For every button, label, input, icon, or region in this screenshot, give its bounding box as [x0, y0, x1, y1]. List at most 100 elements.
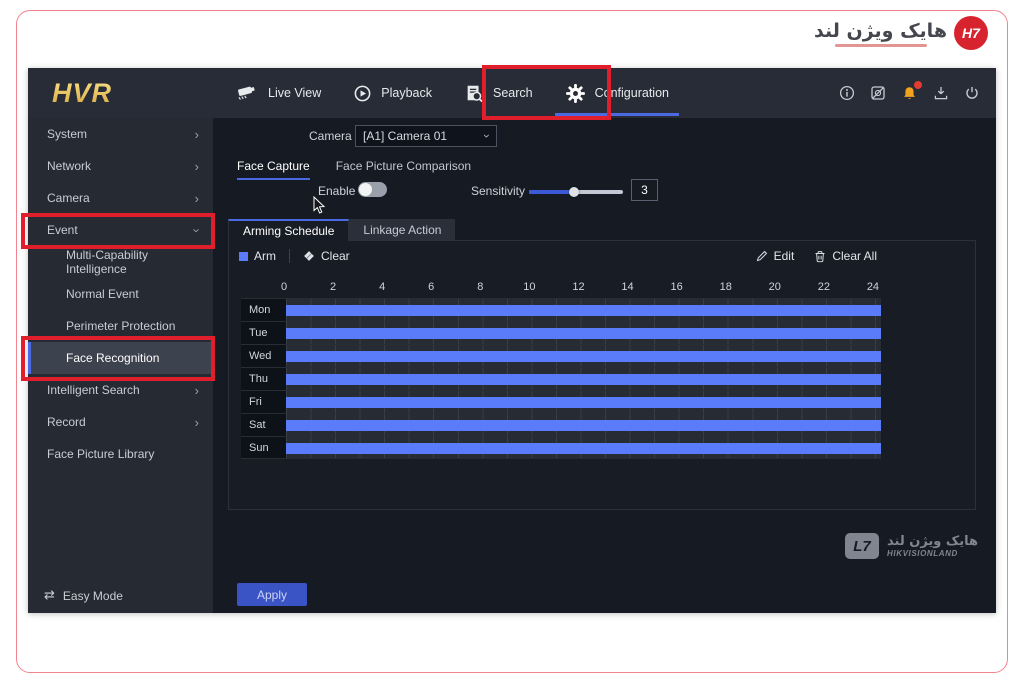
easy-mode-label: Easy Mode	[63, 589, 123, 603]
day-label: Fri	[241, 391, 286, 413]
sidebar-item-multi-capability-intelligence[interactable]: Multi-Capability Intelligence	[28, 246, 213, 278]
clear-all-button[interactable]: Clear All	[814, 249, 877, 263]
day-label: Thu	[241, 368, 286, 390]
sidebar-item-normal-event[interactable]: Normal Event	[28, 278, 213, 310]
tab-face-picture-comparison[interactable]: Face Picture Comparison	[336, 159, 471, 180]
schedule-track[interactable]	[286, 391, 881, 413]
sidebar-item-system[interactable]: System ›	[28, 118, 213, 150]
gear-icon	[565, 83, 586, 104]
nav-search[interactable]: Search	[448, 68, 549, 118]
sidebar-item-label: Face Picture Library	[47, 447, 154, 461]
nav-live-view[interactable]: Live View	[220, 68, 337, 118]
schedule-track[interactable]	[286, 299, 881, 321]
armed-bar[interactable]	[286, 374, 881, 385]
power-icon[interactable]	[964, 85, 980, 101]
schedule-row-sun: Sun	[241, 436, 881, 459]
brand-wordmark: هایک ویژن لند	[814, 20, 947, 42]
sidebar-item-camera[interactable]: Camera ›	[28, 182, 213, 214]
chevron-down-icon: ›	[190, 228, 203, 232]
hour-tick: 6	[423, 281, 439, 293]
nav-playback[interactable]: Playback	[337, 68, 448, 118]
chevron-down-icon: ›	[480, 134, 494, 138]
hour-tick: 16	[669, 281, 685, 293]
alarm-bell-icon[interactable]	[901, 85, 918, 102]
sidebar-item-network[interactable]: Network ›	[28, 150, 213, 182]
sidebar-item-event[interactable]: Event ›	[28, 214, 213, 246]
day-label: Sat	[241, 414, 286, 436]
camera-select[interactable]: [A1] Camera 01 ›	[355, 125, 497, 147]
nav-utility-icons	[839, 85, 980, 102]
schedule-track[interactable]	[286, 437, 881, 458]
sidebar-item-label: Network	[47, 159, 91, 173]
playback-icon	[353, 84, 372, 103]
chevron-right-icon: ›	[195, 384, 199, 397]
armed-bar[interactable]	[286, 351, 881, 362]
main-content: Camera [A1] Camera 01 › Face Capture Fac…	[213, 118, 996, 613]
sidebar-item-label: Camera	[47, 191, 90, 205]
sensitivity-value-box[interactable]: 3	[631, 179, 658, 201]
schedule-track[interactable]	[286, 345, 881, 367]
hour-tick: 22	[816, 281, 832, 293]
nav-label: Configuration	[595, 86, 669, 100]
nav-configuration[interactable]: Configuration	[549, 68, 685, 118]
easy-mode-toggle[interactable]: ⇄ Easy Mode	[44, 588, 123, 603]
hour-tick: 4	[374, 281, 390, 293]
schedule-actions: Edit	[756, 249, 877, 263]
sidebar-item-face-recognition[interactable]: Face Recognition	[28, 342, 213, 374]
hour-tick: 0	[276, 281, 292, 293]
enable-label: Enable	[318, 184, 355, 198]
sidebar: System › Network › Camera › Event › Mult…	[28, 118, 213, 613]
schedule-track[interactable]	[286, 368, 881, 390]
arming-schedule-panel: Arm Clear	[228, 240, 976, 510]
trash-icon	[814, 250, 826, 263]
info-icon[interactable]	[839, 85, 855, 101]
swap-arrows-icon: ⇄	[44, 588, 55, 603]
sidebar-item-face-picture-library[interactable]: Face Picture Library	[28, 438, 213, 470]
sidebar-item-label: Normal Event	[66, 287, 139, 301]
sidebar-item-perimeter-protection[interactable]: Perimeter Protection	[28, 310, 213, 342]
chevron-right-icon: ›	[195, 192, 199, 205]
sidebar-item-label: System	[47, 127, 87, 141]
hour-tick: 12	[570, 281, 586, 293]
armed-bar[interactable]	[286, 305, 881, 316]
armed-bar[interactable]	[286, 443, 881, 454]
armed-bar[interactable]	[286, 328, 881, 339]
tab-face-capture[interactable]: Face Capture	[237, 159, 310, 180]
armed-bar[interactable]	[286, 420, 881, 431]
brand-logo-icon: H7	[954, 16, 988, 50]
slider-handle[interactable]	[569, 187, 579, 197]
schedule-track[interactable]	[286, 322, 881, 344]
sensitivity-slider[interactable]	[529, 190, 623, 194]
tab-arming-schedule[interactable]: Arming Schedule	[228, 219, 349, 241]
watermark-wordmark: هایک ویژن لند	[887, 534, 978, 549]
schedule-row-sat: Sat	[241, 413, 881, 436]
legend: Arm Clear	[239, 249, 350, 263]
chevron-right-icon: ›	[195, 160, 199, 173]
hour-tick: 2	[325, 281, 341, 293]
schedule-track[interactable]	[286, 414, 881, 436]
clear-tool[interactable]: Clear	[303, 249, 350, 263]
brand-header: هایک ویژن لند H7	[814, 16, 988, 50]
camera-select-value: [A1] Camera 01	[363, 129, 447, 143]
schedule-toolbar: Arm Clear	[239, 249, 877, 263]
watermark-logo-icon: L7	[845, 533, 879, 559]
armed-bar[interactable]	[286, 397, 881, 408]
sidebar-item-record[interactable]: Record ›	[28, 406, 213, 438]
screen-off-icon[interactable]	[870, 85, 886, 101]
sidebar-item-intelligent-search[interactable]: Intelligent Search ›	[28, 374, 213, 406]
enable-toggle[interactable]	[358, 182, 387, 197]
arm-tool[interactable]: Arm	[239, 249, 276, 263]
sidebar-item-label: Intelligent Search	[47, 383, 140, 397]
edit-button[interactable]: Edit	[756, 249, 795, 263]
schedule-row-fri: Fri	[241, 390, 881, 413]
apply-button[interactable]: Apply	[237, 583, 307, 606]
arm-color-swatch	[239, 252, 248, 261]
day-label: Mon	[241, 299, 286, 321]
schedule-hours-axis: 0 2 4 6 8 10 12 14 16 18 20 22 24	[276, 281, 881, 293]
schedule-row-tue: Tue	[241, 321, 881, 344]
day-label: Wed	[241, 345, 286, 367]
tab-linkage-action[interactable]: Linkage Action	[349, 219, 455, 240]
sidebar-item-label: Perimeter Protection	[66, 319, 175, 333]
hour-tick: 20	[767, 281, 783, 293]
download-icon[interactable]	[933, 85, 949, 101]
